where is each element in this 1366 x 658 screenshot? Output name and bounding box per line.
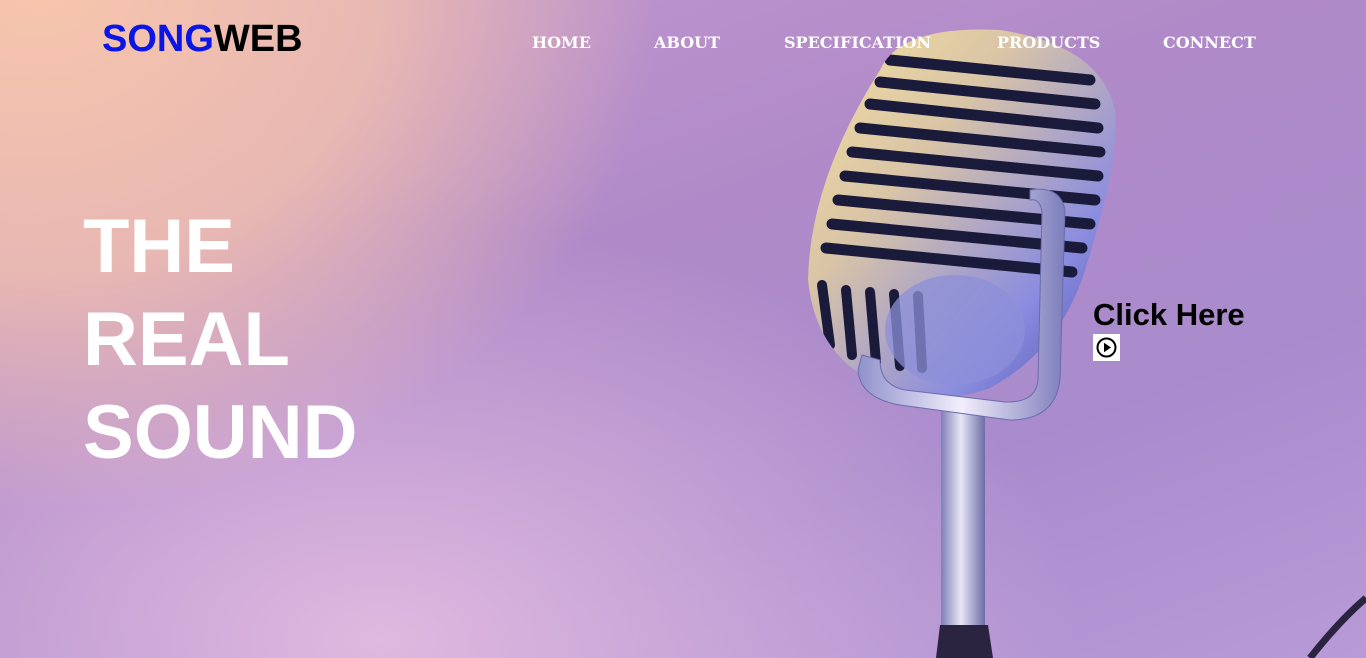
cta-block: Click Here bbox=[1093, 296, 1245, 361]
click-here-link[interactable]: Click Here bbox=[1093, 296, 1245, 334]
nav-home-link[interactable]: HOME bbox=[532, 33, 591, 52]
hero-headline-line-3: SOUND bbox=[83, 390, 358, 475]
play-button[interactable] bbox=[1093, 334, 1120, 361]
hero-headline-line-2: REAL bbox=[83, 297, 290, 382]
nav-specification-link[interactable]: SPECIFICATION bbox=[784, 33, 931, 52]
play-circle-icon bbox=[1096, 337, 1117, 358]
main-nav: HOME ABOUT SPECIFICATION PRODUCTS CONNEC… bbox=[0, 33, 1366, 55]
hero-headline-line-1: THE bbox=[83, 204, 235, 289]
nav-connect-link[interactable]: CONNECT bbox=[1163, 33, 1256, 52]
nav-products-link[interactable]: PRODUCTS bbox=[997, 33, 1100, 52]
hero-section: SONGWEB HOME ABOUT SPECIFICATION PRODUCT… bbox=[0, 0, 1366, 658]
nav-about-link[interactable]: ABOUT bbox=[654, 33, 720, 52]
hero-headline: THE REAL SOUND bbox=[83, 200, 357, 479]
